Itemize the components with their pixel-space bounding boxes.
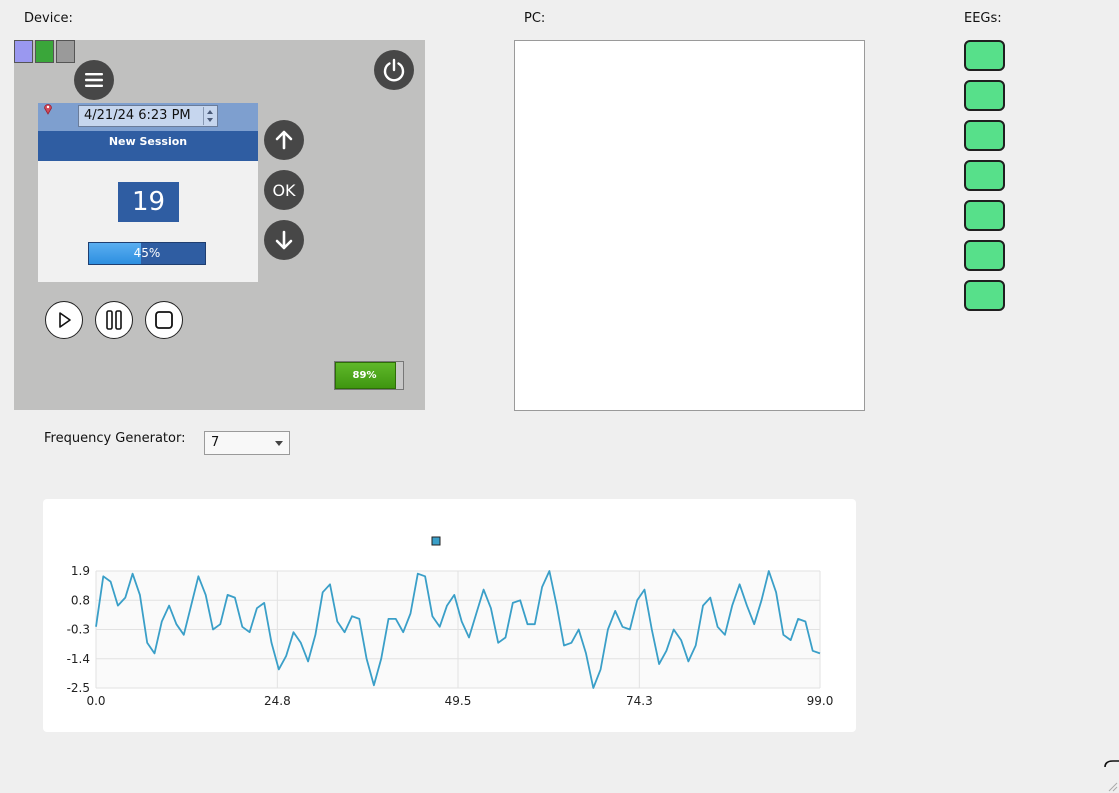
purple-swatch-button[interactable] — [14, 40, 33, 63]
spin-arrows-icon — [207, 110, 213, 122]
eeg-button[interactable] — [964, 120, 1005, 151]
hamburger-icon — [85, 73, 103, 87]
eegs-label: EEGs: — [964, 11, 1002, 26]
waveform-chart: 1.9 0.8 -0.3 -1.4 -2.50.0 24.8 49.5 74.3 99.0 — [67, 536, 834, 708]
eeg-button[interactable] — [964, 200, 1005, 231]
frequency-value: 7 — [211, 435, 220, 450]
pc-panel — [514, 40, 865, 411]
up-button[interactable] — [264, 120, 304, 160]
frequency-select[interactable]: 7 — [204, 431, 290, 455]
x-tick-label: 24.8 — [264, 694, 291, 708]
y-tick-label: 0.8 — [71, 593, 90, 607]
power-button[interactable] — [374, 50, 414, 90]
eeg-button[interactable] — [964, 80, 1005, 111]
device-screen: 4/21/24 6:23 PM New Session 19 45% — [38, 103, 258, 282]
play-button[interactable] — [45, 301, 83, 339]
ok-button[interactable]: OK — [264, 170, 304, 210]
y-tick-label: 1.9 — [71, 564, 90, 578]
play-icon — [59, 312, 71, 328]
pause-icon — [106, 310, 122, 330]
y-tick-label: -1.4 — [67, 652, 90, 666]
stop-button[interactable] — [145, 301, 183, 339]
map-pin-icon — [44, 104, 52, 115]
eeg-button[interactable] — [964, 240, 1005, 271]
x-tick-label: 0.0 — [86, 694, 105, 708]
chevron-down-icon — [275, 441, 283, 446]
frequency-generator-label: Frequency Generator: — [44, 431, 186, 446]
session-counter: 19 — [118, 182, 179, 222]
datetime-spinner[interactable] — [203, 107, 216, 125]
datetime-field[interactable]: 4/21/24 6:23 PM — [78, 105, 218, 127]
eeg-button[interactable] — [964, 280, 1005, 311]
battery-indicator: 89% — [334, 361, 404, 390]
battery-label: 89% — [352, 370, 377, 381]
arrow-down-icon — [275, 230, 293, 250]
stop-icon — [155, 311, 173, 329]
menu-button[interactable] — [74, 60, 114, 100]
power-icon — [383, 58, 405, 82]
gray-swatch-button[interactable] — [56, 40, 75, 63]
x-tick-label: 74.3 — [626, 694, 653, 708]
session-progress-bar: 45% — [88, 242, 206, 265]
arrow-up-icon — [275, 130, 293, 150]
eeg-button[interactable] — [964, 40, 1005, 71]
resize-grip-icon[interactable] — [1103, 759, 1119, 793]
device-label: Device: — [24, 11, 73, 26]
pc-label: PC: — [524, 11, 546, 26]
eeg-button[interactable] — [964, 160, 1005, 191]
green-swatch-button[interactable] — [35, 40, 54, 63]
x-tick-label: 99.0 — [807, 694, 834, 708]
pause-button[interactable] — [95, 301, 133, 339]
session-title: New Session — [38, 131, 258, 161]
down-button[interactable] — [264, 220, 304, 260]
x-tick-label: 49.5 — [445, 694, 472, 708]
datetime-value: 4/21/24 6:23 PM — [84, 108, 191, 123]
y-tick-label: -2.5 — [67, 681, 90, 695]
progress-label: 45% — [133, 246, 161, 260]
legend-marker — [431, 536, 441, 546]
chart-card: 1.9 0.8 -0.3 -1.4 -2.5 0.0 24.8 49.5 74.3 99.0 — [43, 499, 856, 732]
y-tick-label: -0.3 — [67, 623, 90, 637]
